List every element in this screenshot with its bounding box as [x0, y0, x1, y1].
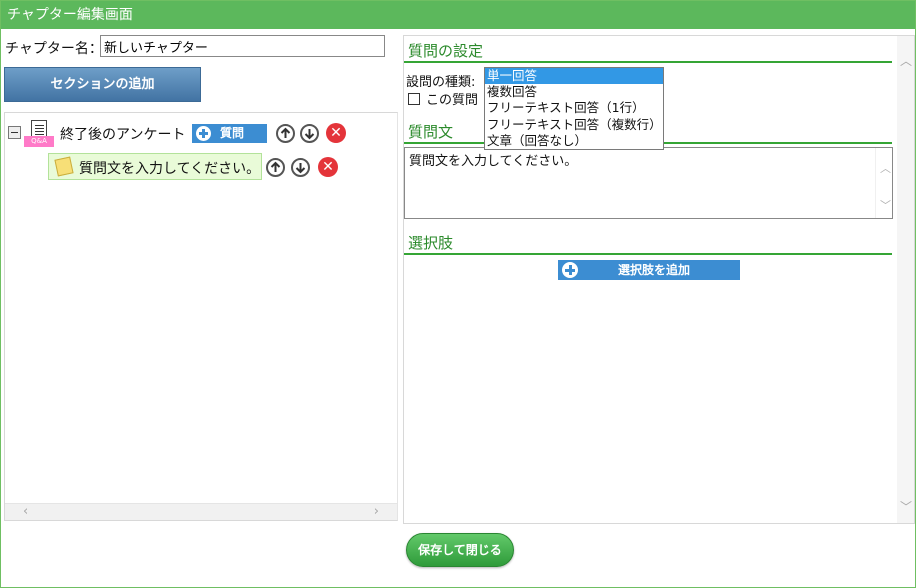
question-move-down-button[interactable]	[291, 158, 310, 177]
settings-vertical-scrollbar[interactable]: ︿ ﹀	[897, 36, 914, 523]
chapter-name-label: チャプター名：	[5, 41, 103, 57]
option-checkbox[interactable]	[408, 93, 420, 105]
type-option[interactable]: フリーテキスト回答（複数行）	[485, 117, 663, 133]
choices-heading-rule	[404, 253, 892, 255]
settings-heading-rule	[404, 61, 892, 63]
arrow-down-icon	[304, 129, 315, 140]
type-option[interactable]: フリーテキスト回答（1行）	[485, 100, 663, 116]
type-option[interactable]: 文章（回答なし）	[485, 133, 663, 149]
arrow-up-icon	[280, 127, 291, 138]
chapter-edit-window: チャプター編集画面 チャプター名： セクションの追加 Q&A 終了後のアンケート…	[0, 0, 916, 588]
add-question-label: 質問	[220, 126, 245, 140]
question-text-heading: 質問文	[408, 123, 454, 141]
question-move-up-button[interactable]	[266, 158, 285, 177]
arrow-down-icon	[295, 163, 306, 174]
move-down-button[interactable]	[300, 124, 319, 143]
note-icon	[54, 156, 74, 177]
tree-horizontal-scrollbar[interactable]: ‹ ›	[5, 503, 397, 520]
choices-heading: 選択肢	[408, 234, 454, 252]
question-item-label: 質問文を入力してください。	[79, 161, 261, 177]
question-type-dropdown[interactable]: 単一回答 複数回答 フリーテキスト回答（1行） フリーテキスト回答（複数行） 文…	[484, 67, 664, 150]
window-title: チャプター編集画面	[1, 1, 915, 29]
add-question-button[interactable]: 質問	[192, 124, 267, 143]
option-checkbox-row[interactable]: この質問	[408, 89, 478, 108]
section-label[interactable]: 終了後のアンケート	[60, 124, 185, 144]
add-choice-label: 選択肢を追加	[617, 263, 690, 277]
question-type-label: 設問の種類:	[406, 75, 476, 90]
delete-section-button[interactable]: ✕	[326, 123, 346, 143]
scroll-right-icon[interactable]: ›	[374, 504, 379, 520]
settings-heading: 質問の設定	[408, 42, 484, 60]
chapter-name-input[interactable]	[100, 35, 385, 57]
scroll-up-icon[interactable]: ︿	[880, 160, 891, 176]
option-checkbox-label: この質問	[426, 93, 479, 108]
plus-icon	[196, 126, 211, 141]
question-text-area[interactable]: 質問文を入力してください。 ︿ ﹀	[404, 147, 893, 219]
qa-document-icon: Q&A	[24, 120, 54, 150]
question-text-scrollbar[interactable]: ︿ ﹀	[875, 148, 892, 218]
qa-tag: Q&A	[24, 136, 54, 147]
delete-question-button[interactable]: ✕	[318, 157, 338, 177]
add-choice-button[interactable]: 選択肢を追加	[558, 260, 740, 280]
add-section-button[interactable]: セクションの追加	[4, 67, 201, 102]
question-settings-panel: 質問の設定 設問の種類: この質問 質問文 質問文を入力してください。 ︿ ﹀ …	[403, 35, 915, 524]
scroll-down-icon[interactable]: ﹀	[880, 197, 891, 213]
plus-icon	[562, 262, 578, 278]
scroll-up-icon[interactable]: ︿	[900, 52, 912, 69]
type-option[interactable]: 単一回答	[485, 68, 663, 85]
question-text-value: 質問文を入力してください。	[409, 154, 578, 169]
scroll-left-icon[interactable]: ‹	[23, 504, 28, 520]
chapter-tree-panel: Q&A 終了後のアンケート 質問 ✕ 質問文を入力してください。 ✕ ‹ ›	[4, 112, 398, 521]
arrow-up-icon	[270, 161, 281, 172]
save-and-close-button[interactable]: 保存して閉じる	[406, 533, 514, 567]
question-item[interactable]: 質問文を入力してください。	[48, 153, 262, 180]
scroll-down-icon[interactable]: ﹀	[900, 498, 912, 515]
collapse-icon[interactable]	[8, 126, 21, 139]
move-up-button[interactable]	[276, 124, 295, 143]
type-option[interactable]: 複数回答	[485, 84, 663, 100]
